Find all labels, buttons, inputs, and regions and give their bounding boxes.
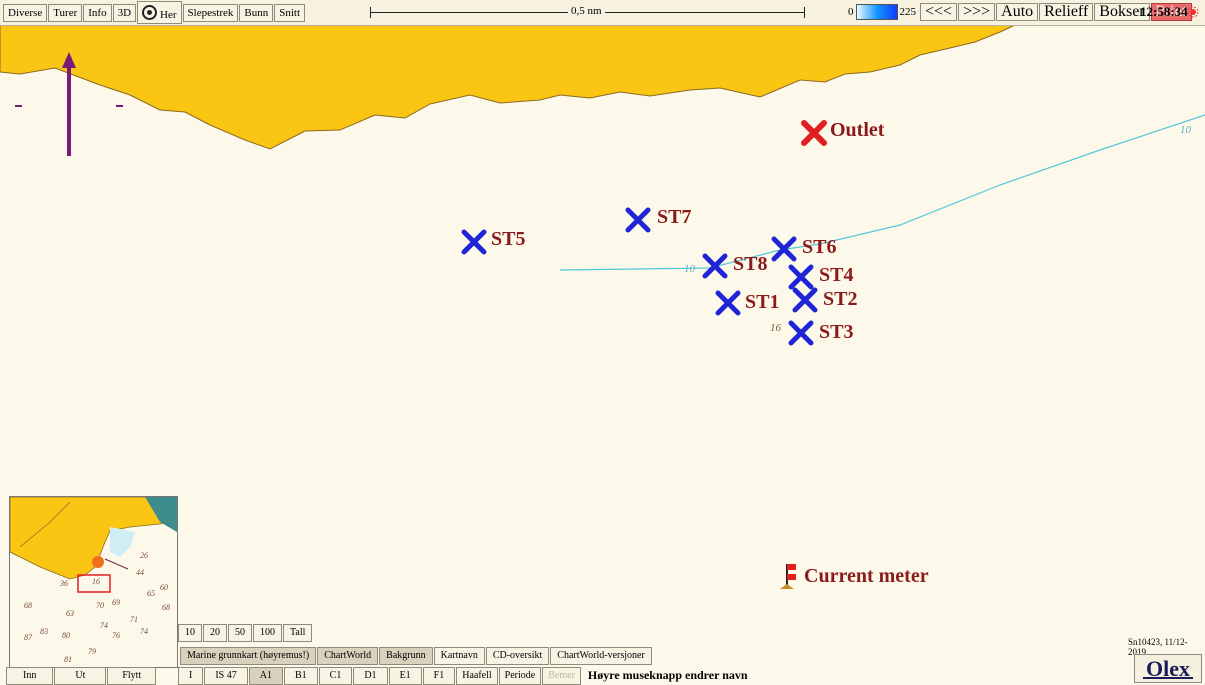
station-marker-icon[interactable] xyxy=(460,228,488,256)
station-label: ST3 xyxy=(819,321,854,343)
layer-i-button[interactable]: I xyxy=(178,666,204,685)
sounding-label: 16 xyxy=(92,577,100,586)
outlet-marker-icon[interactable] xyxy=(800,119,828,147)
chart-buttons: Marine grunnkart (høyremus!) ChartWorld … xyxy=(180,647,653,665)
haafell-button[interactable]: Haafell xyxy=(456,666,498,685)
menu-info[interactable]: Info xyxy=(83,3,112,22)
sounding-label: 65 xyxy=(147,589,155,598)
sounding-label: 70 xyxy=(96,601,104,610)
menu-3d[interactable]: 3D xyxy=(112,3,137,22)
target-icon xyxy=(142,5,158,20)
chart-map[interactable] xyxy=(0,0,1205,684)
station-label: ST5 xyxy=(491,228,526,250)
current-meter-flag-icon[interactable] xyxy=(778,562,800,590)
sounding-label: 87 xyxy=(24,633,32,642)
station-label: ST4 xyxy=(819,264,854,286)
sounding-label: 74 xyxy=(100,621,108,630)
scale-label: 0,5 nm xyxy=(568,5,605,17)
periode-button[interactable]: Periode xyxy=(498,666,542,685)
current-meter-label: Current meter xyxy=(804,565,929,587)
depth-color-scale[interactable]: 0 225 xyxy=(848,4,916,20)
menu-her-label: Her xyxy=(160,9,177,21)
clock: 12:58:34 xyxy=(1140,4,1188,19)
sun-icon[interactable] xyxy=(1187,6,1199,18)
scale-10-button[interactable]: 10 xyxy=(178,624,202,642)
station-label: ST2 xyxy=(823,288,858,310)
sounding-label: 83 xyxy=(40,627,48,636)
bottom-toolbar: I IS 47 A1 B1 C1 D1 E1 F1 Haafell Period… xyxy=(178,666,748,685)
sounding-label: 76 xyxy=(112,631,120,640)
sounding-label: 26 xyxy=(140,551,148,560)
station-marker-icon[interactable] xyxy=(787,319,815,347)
layer-d1-button[interactable]: D1 xyxy=(353,666,388,685)
depth-contour-label: 10 xyxy=(1180,124,1191,136)
sounding-label: 69 xyxy=(112,598,120,607)
layer-f1-button[interactable]: F1 xyxy=(422,666,456,685)
scale-tall-button[interactable]: Tall xyxy=(283,624,313,642)
station-marker-icon[interactable] xyxy=(714,289,742,317)
north-arrow-icon xyxy=(15,52,123,156)
depth-min: 0 xyxy=(848,6,854,18)
sounding-label: 60 xyxy=(160,583,168,592)
scale-100-button[interactable]: 100 xyxy=(253,624,282,642)
sounding-label: 71 xyxy=(130,615,138,624)
prev-button[interactable]: <<< xyxy=(920,3,958,21)
relieff-button[interactable]: Relieff xyxy=(1039,3,1094,21)
scale-bar: 0,5 nm xyxy=(370,5,805,19)
menu-her[interactable]: Her xyxy=(137,1,182,24)
layer-a1-button[interactable]: A1 xyxy=(248,666,283,685)
station-marker-icon[interactable] xyxy=(791,286,819,314)
menu-slepestrek[interactable]: Slepestrek xyxy=(182,3,239,22)
next-button[interactable]: >>> xyxy=(958,3,996,21)
auto-button[interactable]: Auto xyxy=(996,3,1039,21)
depth-max: 225 xyxy=(899,6,917,18)
olex-logo: Olex xyxy=(1134,654,1202,683)
station-marker-icon[interactable] xyxy=(624,206,652,234)
station-label: ST8 xyxy=(733,253,768,275)
layer-e1-button[interactable]: E1 xyxy=(388,666,422,685)
kartnavn-button[interactable]: Kartnavn xyxy=(433,647,485,665)
chartworld-button[interactable]: ChartWorld xyxy=(317,647,379,665)
overview-minimap[interactable]: 26 44 36 16 60 65 68 69 70 68 63 71 74 8… xyxy=(9,496,178,668)
station-marker-icon[interactable] xyxy=(770,235,798,263)
depth-contour-label: 10 xyxy=(684,263,695,275)
scale-50-button[interactable]: 50 xyxy=(228,624,252,642)
sounding-label: 36 xyxy=(60,579,68,588)
marine-grunnkart-button[interactable]: Marine grunnkart (høyremus!) xyxy=(180,647,317,665)
menu-turer[interactable]: Turer xyxy=(48,3,83,22)
bakgrunn-button[interactable]: Bakgrunn xyxy=(379,647,433,665)
layer-is47-button[interactable]: IS 47 xyxy=(204,666,248,685)
station-label: ST1 xyxy=(745,291,780,313)
depth-sounding-label: 16 xyxy=(770,322,781,334)
bemer-button[interactable]: Bemer xyxy=(542,666,581,685)
zoom-in-button[interactable]: Inn xyxy=(6,667,54,685)
sounding-label: 79 xyxy=(88,647,96,656)
sounding-label: 68 xyxy=(24,601,32,610)
station-label: ST6 xyxy=(802,236,837,258)
zoom-out-button[interactable]: Ut xyxy=(54,667,107,685)
layer-b1-button[interactable]: B1 xyxy=(283,666,318,685)
sounding-label: 44 xyxy=(136,568,144,577)
menu-bunn[interactable]: Bunn xyxy=(239,3,274,22)
station-label: ST7 xyxy=(657,206,692,228)
sounding-label: 63 xyxy=(66,609,74,618)
scale-20-button[interactable]: 20 xyxy=(203,624,227,642)
scale-buttons: 10 20 50 100 Tall xyxy=(178,624,313,642)
chartworld-versjoner-button[interactable]: ChartWorld-versjoner xyxy=(550,647,652,665)
outlet-label: Outlet xyxy=(830,119,885,141)
layer-c1-button[interactable]: C1 xyxy=(318,666,353,685)
sounding-label: 80 xyxy=(62,631,70,640)
station-marker-icon[interactable] xyxy=(701,252,729,280)
sounding-label: 68 xyxy=(162,603,170,612)
menu-diverse[interactable]: Diverse xyxy=(3,3,48,22)
cd-oversikt-button[interactable]: CD-oversikt xyxy=(485,647,550,665)
sounding-label: 81 xyxy=(64,655,72,664)
menu-snitt[interactable]: Snitt xyxy=(274,3,306,22)
nav-buttons: Inn Ut Flytt xyxy=(6,667,157,685)
move-button[interactable]: Flytt xyxy=(107,667,157,685)
sounding-label: 74 xyxy=(140,627,148,636)
footer-message: Høyre museknapp endrer navn xyxy=(587,668,748,682)
depth-gradient xyxy=(855,4,898,20)
